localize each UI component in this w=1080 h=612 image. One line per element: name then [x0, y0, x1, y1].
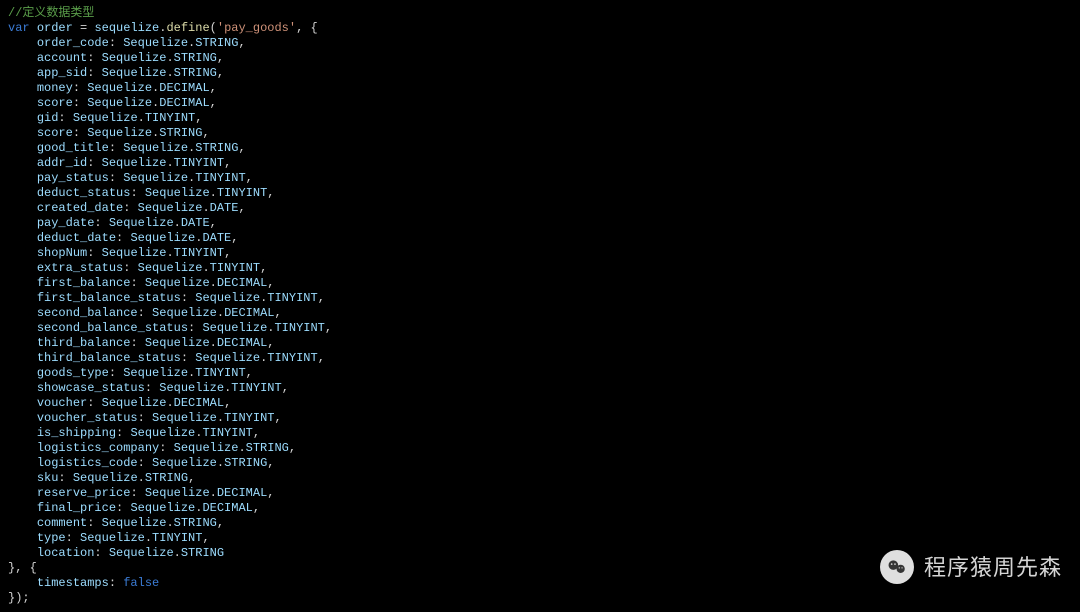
code-editor[interactable]: //定义数据类型 var order = sequelize.define('p…: [8, 6, 1072, 606]
watermark-text: 程序猿周先森: [924, 560, 1062, 575]
wechat-icon: [880, 550, 914, 584]
watermark: 程序猿周先森: [880, 550, 1062, 584]
